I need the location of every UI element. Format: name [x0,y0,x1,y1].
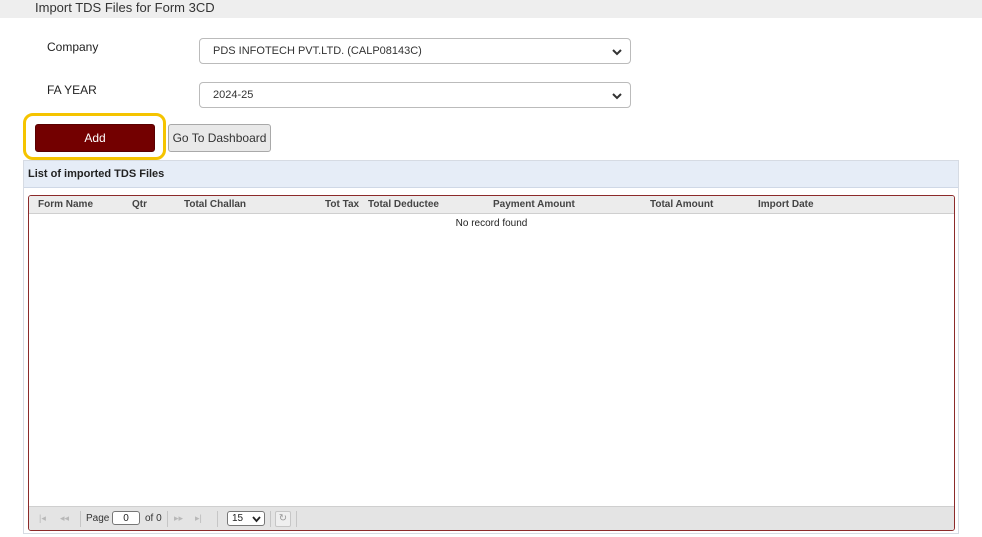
column-tot-tax[interactable]: Tot Tax [325,199,359,210]
panel-header: List of imported TDS Files [24,161,958,188]
grid-pager: |◂ ◂◂ Page 0 of 0 ▸▸ ▸| 15 ↻ [29,506,954,530]
grid-header: Form Name Qtr Total Challan Tot Tax Tota… [29,196,954,214]
fa-year-select-value: 2024-25 [213,89,254,101]
empty-message: No record found [455,218,528,229]
page-size-select[interactable]: 15 [227,511,265,526]
tds-files-grid: Form Name Qtr Total Challan Tot Tax Tota… [28,195,955,531]
pager-divider [167,511,168,527]
column-form-name[interactable]: Form Name [38,199,93,210]
add-button[interactable]: Add [35,124,155,152]
pager-divider [80,511,81,527]
page-size-value: 15 [232,513,244,524]
column-import-date[interactable]: Import Date [758,199,814,210]
prev-page-icon[interactable]: ◂◂ [60,513,69,524]
panel-title: List of imported TDS Files [28,168,165,180]
page-number-input[interactable]: 0 [112,511,140,525]
page-label: Page [86,513,110,524]
pager-divider [296,511,297,527]
next-page-icon[interactable]: ▸▸ [174,513,183,524]
go-to-dashboard-button[interactable]: Go To Dashboard [168,124,271,152]
page-title: Import TDS Files for Form 3CD [35,0,215,15]
pager-divider [217,511,218,527]
company-label: Company [47,40,99,54]
company-select-value: PDS INFOTECH PVT.LTD. (CALP08143C) [213,45,422,57]
column-total-deductee[interactable]: Total Deductee [368,199,439,210]
refresh-icon[interactable]: ↻ [275,511,291,527]
column-payment-amount[interactable]: Payment Amount [493,199,575,210]
fa-year-label: FA YEAR [47,83,97,97]
chevron-down-icon [252,516,261,523]
page-count-label: of 0 [145,513,162,524]
chevron-down-icon [612,49,622,56]
column-total-challan[interactable]: Total Challan [184,199,246,210]
fa-year-select[interactable]: 2024-25 [199,82,631,108]
column-total-amount[interactable]: Total Amount [650,199,713,210]
pager-divider [270,511,271,527]
last-page-icon[interactable]: ▸| [195,513,202,524]
company-select[interactable]: PDS INFOTECH PVT.LTD. (CALP08143C) [199,38,631,64]
first-page-icon[interactable]: |◂ [39,513,46,524]
chevron-down-icon [612,93,622,100]
imported-files-panel: List of imported TDS Files Form Name Qtr… [23,160,959,534]
column-qtr[interactable]: Qtr [132,199,147,210]
title-bar: Import TDS Files for Form 3CD [0,0,982,18]
